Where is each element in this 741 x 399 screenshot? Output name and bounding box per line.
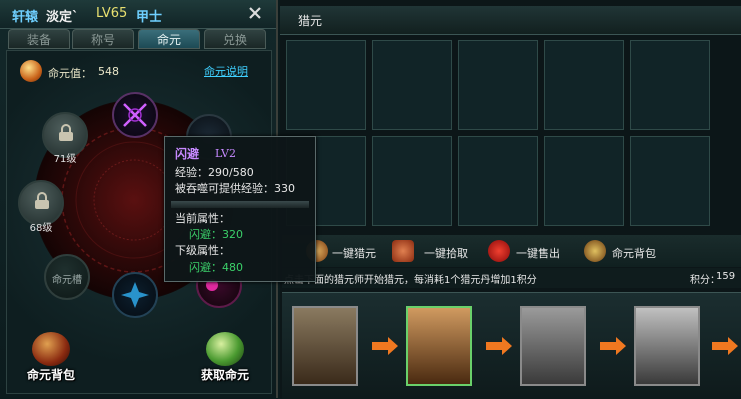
lock-icon [59, 124, 73, 141]
grid-cell[interactable] [372, 40, 452, 130]
grid-cell[interactable] [286, 40, 366, 130]
grid-cell[interactable] [630, 40, 710, 130]
tooltip-divider [171, 201, 309, 208]
get-mingyuan-button[interactable]: 获取命元 [190, 330, 260, 386]
hunter-old-woman[interactable] [292, 306, 358, 386]
slot-equipped-blue[interactable] [112, 272, 158, 318]
player-name: 轩辕 [12, 10, 39, 25]
hunt-grid [286, 40, 741, 230]
pickup-all-icon[interactable] [392, 240, 414, 262]
tooltip-current-value: 闪避：320 [189, 228, 243, 241]
tooltip-exp: 经验：290/580 [175, 166, 254, 179]
bag-icon [32, 332, 70, 366]
grid-cell[interactable] [544, 40, 624, 130]
mingyuan-value-icon [20, 60, 42, 82]
hunter-masked[interactable] [520, 306, 586, 386]
close-icon [249, 7, 261, 19]
slot-equipped-purple[interactable] [112, 92, 158, 138]
grid-cell[interactable] [458, 40, 538, 130]
grid-cell[interactable] [544, 136, 624, 226]
hunter-child[interactable] [406, 306, 472, 386]
pickup-all-button[interactable]: 一键拾取 [424, 245, 468, 261]
tooltip-current-label: 当前属性： [175, 212, 230, 225]
arrow-right-icon [600, 337, 626, 355]
tooltip-level: LV2 [215, 147, 236, 160]
mingyuan-value-label: 命元值： [48, 67, 92, 80]
hunt-all-button[interactable]: 一键猎元 [332, 245, 376, 261]
player-level: LV65 [96, 6, 128, 21]
grid-cell[interactable] [458, 136, 538, 226]
hunt-title: 猎元 [298, 14, 323, 28]
blue-rune-icon [121, 282, 149, 308]
purple-rune-icon [123, 103, 147, 127]
points-value: 159 [716, 271, 736, 282]
lock-icon [35, 192, 49, 209]
bag-icon[interactable] [584, 240, 606, 262]
rune-tooltip: 闪避 LV2 经验：290/580 被吞噬可提供经验：330 当前属性： 闪避：… [164, 136, 316, 282]
mingyuan-bag-button[interactable]: 命元背包 [14, 330, 88, 386]
tooltip-next-value: 闪避：480 [189, 261, 243, 274]
player-class: 甲士 [136, 10, 163, 25]
slot-lv68-label: 68级 [29, 223, 53, 234]
tab-exchange[interactable]: 兑换 [204, 29, 266, 49]
grid-cell[interactable] [630, 136, 710, 226]
tab-mingyuan[interactable]: 命元 [138, 29, 200, 49]
hunt-hint: 点击下面的猎元师开始猎元，每消耗1个猎元丹增加1积分 [284, 275, 537, 286]
tab-equipment[interactable]: 装备 [8, 29, 70, 49]
mingyuan-bag-label: 命元背包 [26, 368, 75, 382]
slot-lv71-label: 71级 [53, 154, 77, 165]
tooltip-title: 闪避 [175, 147, 200, 161]
sell-all-button[interactable]: 一键售出 [516, 245, 560, 261]
hunter-woman[interactable] [634, 306, 700, 386]
hunt-titlebar: 猎元 [280, 6, 741, 35]
hunt-hint-bar: 点击下面的猎元师开始猎元，每消耗1个猎元丹增加1积分 积分： 159 [282, 268, 741, 288]
get-icon [206, 332, 244, 366]
player-suffix: 淡定` [46, 10, 79, 25]
hunt-bag-button[interactable]: 命元背包 [612, 245, 656, 261]
tab-title[interactable]: 称号 [72, 29, 134, 49]
grid-cell[interactable] [372, 136, 452, 226]
mingyuan-value: 548 [98, 65, 119, 78]
panel-titlebar: 轩辕 淡定` LV65 甲士 [0, 0, 276, 29]
slot-empty-label: 命元槽 [52, 275, 82, 286]
arrow-right-icon [712, 337, 738, 355]
tooltip-devour-exp: 被吞噬可提供经验：330 [175, 182, 295, 195]
tooltip-next-label: 下级属性： [175, 244, 230, 257]
sell-all-icon[interactable] [488, 240, 510, 262]
arrow-right-icon [486, 337, 512, 355]
get-mingyuan-label: 获取命元 [200, 368, 249, 382]
mingyuan-help-link[interactable]: 命元说明 [204, 63, 248, 79]
arrow-right-icon [372, 337, 398, 355]
close-button[interactable] [246, 4, 264, 22]
